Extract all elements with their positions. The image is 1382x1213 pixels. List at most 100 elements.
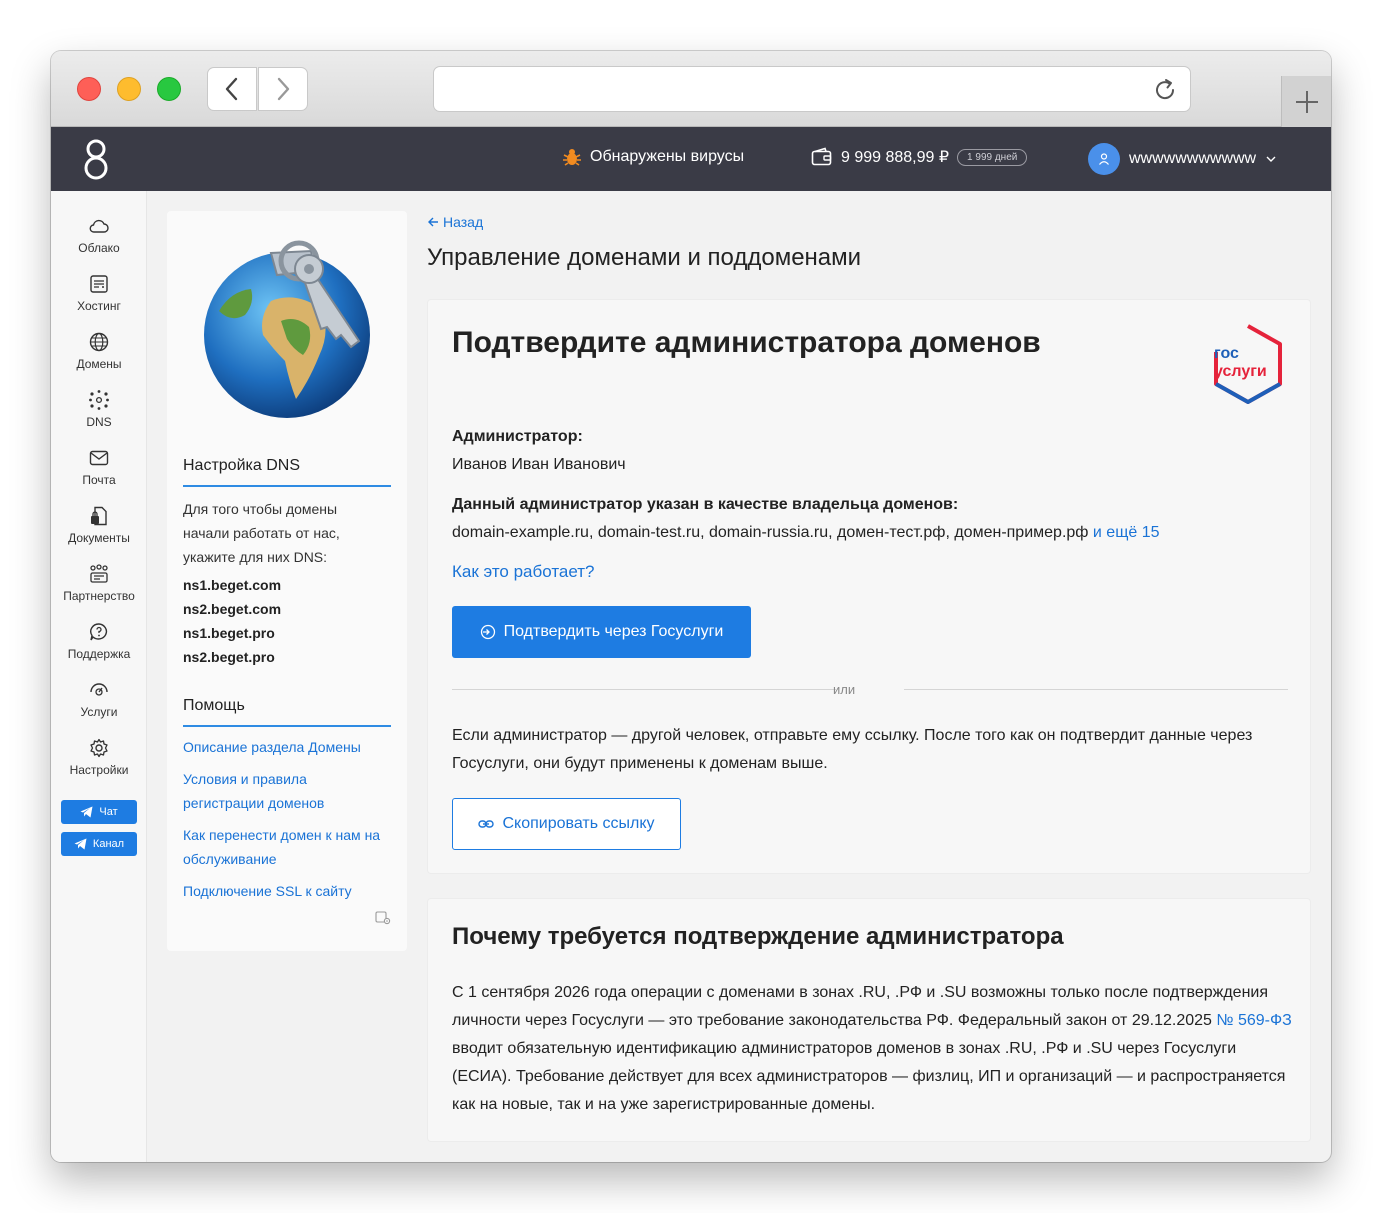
browser-window: Обнаружены вирусы 9 999 888,99 ₽ 1 999 д…: [51, 51, 1331, 1162]
dns-icon: [89, 390, 109, 410]
virus-alert[interactable]: Обнаружены вирусы: [562, 147, 744, 167]
user-icon: [1099, 153, 1109, 165]
globe-icon: [89, 332, 109, 352]
gear-icon: [90, 738, 108, 758]
new-tab-button[interactable]: [1281, 76, 1331, 127]
page-title: Управление доменами и поддоменами: [427, 244, 862, 271]
nameserver: ns1.beget.com: [183, 577, 282, 593]
sidebar-item-documents[interactable]: Документы: [51, 505, 147, 545]
virus-alert-text: Обнаружены вирусы: [590, 148, 745, 165]
plus-icon: [1295, 90, 1318, 113]
browser-back-button[interactable]: [207, 67, 257, 111]
why-text: С 1 сентября 2026 года операции с домена…: [452, 979, 1292, 1119]
logo-icon: [84, 139, 108, 180]
why-panel: Почему требуется подтверждение администр…: [427, 898, 1311, 1142]
gosuslugi-logo: гос услуги: [1214, 324, 1282, 404]
copy-link-button[interactable]: Скопировать ссылку: [452, 798, 681, 850]
or-separator: или: [833, 682, 856, 697]
chat-button-label: Чат: [99, 806, 118, 818]
server-icon: [90, 275, 108, 293]
owner-label: Данный администратор указан в качестве в…: [452, 496, 959, 513]
app-header: Обнаружены вирусы 9 999 888,99 ₽ 1 999 д…: [51, 127, 1331, 191]
help-link-domains-description[interactable]: Описание раздела Домены: [183, 735, 393, 759]
dns-instructions: Для того чтобы домены начали работать от…: [183, 501, 340, 565]
sidebar-item-label: Партнерство: [63, 589, 135, 603]
sidebar-item-services[interactable]: Услуги: [51, 679, 147, 719]
sidebar-item-label: Услуги: [80, 705, 118, 719]
divider: [452, 689, 836, 690]
sidebar-item-label: Поддержка: [67, 647, 131, 661]
minimize-window-button[interactable]: [117, 77, 141, 101]
info-card: Настройка DNS Для того чтобы домены нача…: [167, 211, 407, 951]
divider: [904, 689, 1288, 690]
zoom-window-button[interactable]: [157, 77, 181, 101]
divider: [183, 485, 391, 487]
chevron-down-icon: [1266, 156, 1276, 162]
other-admin-text: Если администратор — другой человек, отп…: [452, 727, 1253, 772]
document-lock-icon: [91, 506, 107, 526]
back-link[interactable]: Назад: [427, 214, 483, 230]
chat-button[interactable]: Чат: [61, 800, 137, 824]
close-window-button[interactable]: [77, 77, 101, 101]
why-title: Почему требуется подтверждение администр…: [452, 923, 1064, 950]
sidebar-item-label: Хостинг: [77, 299, 121, 313]
wallet-icon: [811, 147, 832, 166]
sidebar-item-label: DNS: [86, 415, 112, 429]
beget-logo[interactable]: [82, 137, 110, 186]
sidebar: Облако Хостинг Домены DNS Почта Документ…: [51, 191, 147, 1162]
nameserver: ns2.beget.pro: [183, 649, 275, 665]
sidebar-item-support[interactable]: Поддержка: [51, 621, 147, 661]
telegram-icon: [80, 806, 93, 818]
confirm-gosuslugi-button[interactable]: Подтвердить через Госуслуги: [452, 606, 751, 658]
sidebar-item-label: Домены: [76, 357, 122, 371]
mail-icon: [89, 450, 109, 466]
sidebar-item-cloud[interactable]: Облако: [51, 215, 147, 255]
how-it-works-link[interactable]: Как это работает?: [452, 562, 595, 582]
widget-settings-icon[interactable]: [375, 911, 391, 925]
why-text-part2: вводит обязательную идентификацию админи…: [452, 1040, 1286, 1113]
domains-text: domain-example.ru, domain-test.ru, domai…: [452, 524, 1089, 541]
dns-settings-title: Настройка DNS: [183, 457, 300, 474]
user-menu[interactable]: wwwwwwwwwww: [1088, 143, 1277, 175]
services-icon: [90, 683, 108, 696]
sidebar-item-label: Почта: [82, 473, 116, 487]
days-left-badge: 1 999 дней: [957, 148, 1028, 166]
help-link-ssl[interactable]: Подключение SSL к сайту: [183, 879, 393, 903]
partners-icon: [90, 564, 108, 583]
sidebar-item-settings[interactable]: Настройки: [51, 737, 147, 777]
nameserver: ns2.beget.com: [183, 601, 282, 617]
sidebar-item-domains[interactable]: Домены: [51, 331, 147, 371]
sidebar-item-partnership[interactable]: Партнерство: [51, 563, 147, 603]
globe-keys-illustration: [204, 240, 370, 418]
copy-link-label: Скопировать ссылку: [502, 815, 655, 832]
nameserver: ns1.beget.pro: [183, 625, 275, 641]
sidebar-item-dns[interactable]: DNS: [51, 389, 147, 429]
bug-icon: [563, 149, 581, 166]
divider: [183, 725, 391, 727]
sidebar-item-label: Настройки: [69, 763, 129, 777]
confirm-admin-title: Подтвердите администратора доменов: [452, 326, 1041, 359]
gosuslugi-logo-top: гос: [1214, 345, 1239, 362]
chevron-left-icon: [225, 77, 238, 101]
help-link-transfer-domain[interactable]: Как перенести домен к нам на обслуживани…: [183, 823, 383, 871]
law-link[interactable]: № 569-ФЗ: [1216, 1012, 1291, 1029]
why-text-part1: С 1 сентября 2026 года операции с домена…: [452, 984, 1268, 1029]
channel-button-label: Канал: [92, 838, 125, 850]
admin-label: Администратор:: [452, 428, 583, 445]
back-link-label: Назад: [443, 214, 484, 230]
help-link-registration-rules[interactable]: Условия и правила регистрации доменов: [183, 767, 343, 815]
more-domains-link[interactable]: и ещё 15: [1093, 524, 1160, 541]
address-bar[interactable]: [433, 66, 1191, 112]
browser-forward-button[interactable]: [258, 67, 308, 111]
balance-amount: 9 999 888,99 ₽: [841, 149, 950, 166]
cloud-icon: [89, 219, 109, 233]
sidebar-item-hosting[interactable]: Хостинг: [51, 273, 147, 313]
domains-list: domain-example.ru, domain-test.ru, domai…: [452, 524, 1160, 542]
chevron-right-icon: [277, 77, 290, 101]
support-icon: [90, 623, 108, 641]
balance[interactable]: 9 999 888,99 ₽ 1 999 дней: [811, 147, 1028, 167]
sidebar-item-mail[interactable]: Почта: [51, 447, 147, 487]
reload-icon[interactable]: [1152, 77, 1178, 103]
sidebar-item-label: Документы: [68, 531, 130, 545]
channel-button[interactable]: Канал: [61, 832, 137, 856]
